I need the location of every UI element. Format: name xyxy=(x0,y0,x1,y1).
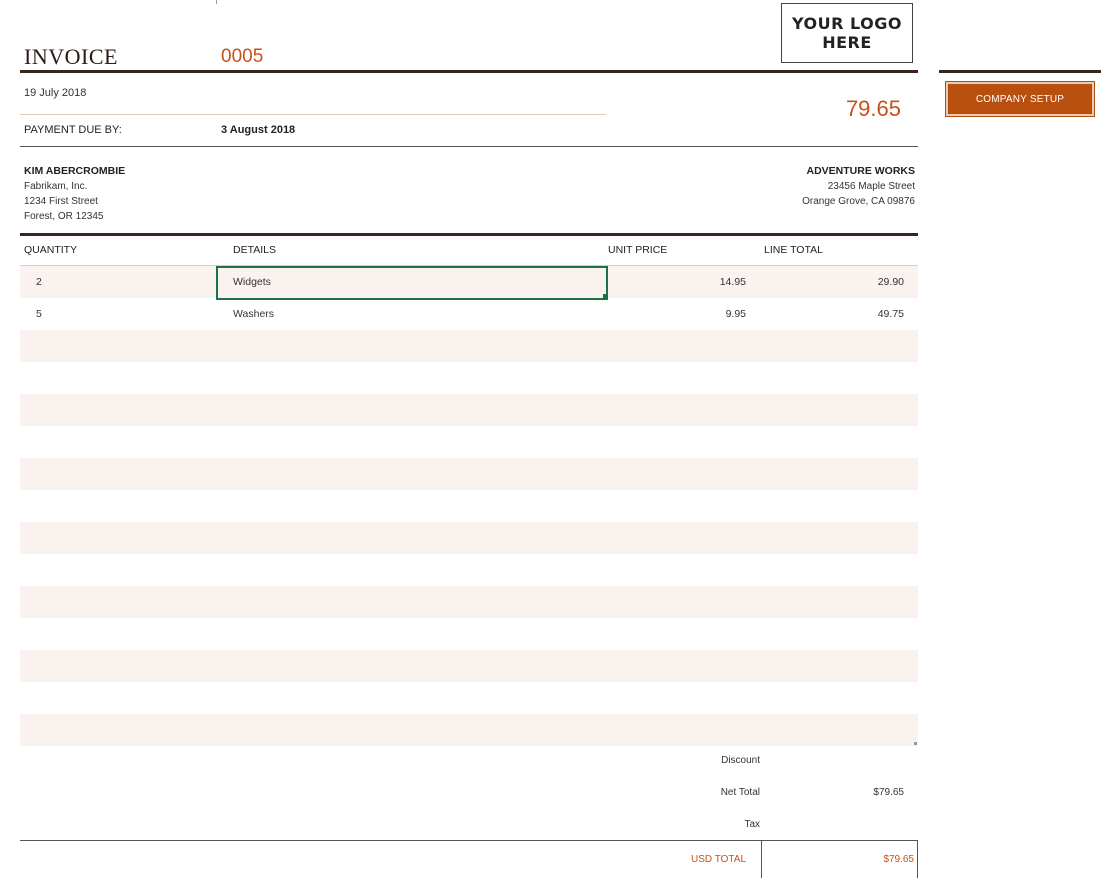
company-name[interactable]: ADVENTURE WORKS xyxy=(802,164,915,179)
column-header-quantity[interactable]: QUANTITY xyxy=(24,244,77,256)
customer-street[interactable]: 1234 First Street xyxy=(24,194,125,209)
table-resize-corner[interactable] xyxy=(914,742,917,745)
totals-right-border xyxy=(917,841,918,878)
cell-quantity[interactable]: 2 xyxy=(36,276,42,288)
sidebar-divider xyxy=(939,70,1101,73)
header-divider xyxy=(20,70,918,73)
bill-to-address[interactable]: KIM ABERCROMBIE Fabrikam, Inc. 1234 Firs… xyxy=(24,164,125,224)
totals-column-separator xyxy=(761,841,762,878)
table-row-empty[interactable] xyxy=(20,490,918,522)
company-setup-button[interactable]: COMPANY SETUP xyxy=(945,81,1095,117)
cell-unit-price[interactable]: 9.95 xyxy=(608,308,746,320)
table-row-empty[interactable] xyxy=(20,362,918,394)
totals-divider xyxy=(20,840,918,841)
invoice-sheet: INVOICE 0005 YOUR LOGO HERE COMPANY SETU… xyxy=(0,0,1108,878)
table-row-empty[interactable] xyxy=(20,330,918,362)
table-row[interactable]: 5 Washers 9.95 49.75 xyxy=(20,298,918,330)
tax-label: Tax xyxy=(744,819,760,830)
customer-city[interactable]: Forest, OR 12345 xyxy=(24,209,125,224)
table-row-empty[interactable] xyxy=(20,394,918,426)
cell-unit-price[interactable]: 14.95 xyxy=(608,276,746,288)
net-total-value[interactable]: $79.65 xyxy=(784,787,904,798)
table-row-empty[interactable] xyxy=(20,714,918,746)
usd-total-label: USD TOTAL xyxy=(690,854,746,865)
logo-placeholder[interactable]: YOUR LOGO HERE xyxy=(781,3,913,63)
cell-details[interactable]: Washers xyxy=(233,308,274,320)
table-header: QUANTITY DETAILS UNIT PRICE LINE TOTAL xyxy=(20,236,918,266)
table-row-empty[interactable] xyxy=(20,682,918,714)
line-items-table: 2 Widgets 14.95 29.90 5 Washers 9.95 49.… xyxy=(20,266,918,746)
invoice-date[interactable]: 19 July 2018 xyxy=(24,87,86,99)
column-header-line-total[interactable]: LINE TOTAL xyxy=(764,244,823,256)
usd-total-value[interactable]: $79.65 xyxy=(794,854,914,865)
column-header-details[interactable]: DETAILS xyxy=(233,244,276,256)
logo-line-2: HERE xyxy=(822,33,872,52)
invoice-total-amount[interactable]: 79.65 xyxy=(780,96,901,122)
table-row[interactable]: 2 Widgets 14.95 29.90 xyxy=(20,266,918,300)
invoice-number[interactable]: 0005 xyxy=(221,46,263,68)
company-city[interactable]: Orange Grove, CA 09876 xyxy=(802,194,915,209)
table-row-empty[interactable] xyxy=(20,586,918,618)
address-divider xyxy=(20,146,918,147)
company-address[interactable]: ADVENTURE WORKS 23456 Maple Street Orang… xyxy=(802,164,915,209)
top-tick-mark xyxy=(216,0,217,4)
cell-quantity[interactable]: 5 xyxy=(36,308,42,320)
customer-company[interactable]: Fabrikam, Inc. xyxy=(24,179,125,194)
table-row-empty[interactable] xyxy=(20,522,918,554)
cell-line-total[interactable]: 49.75 xyxy=(760,308,904,320)
customer-name[interactable]: KIM ABERCROMBIE xyxy=(24,164,125,179)
cell-line-total[interactable]: 29.90 xyxy=(760,276,904,288)
net-total-label: Net Total xyxy=(720,787,760,798)
invoice-title[interactable]: INVOICE xyxy=(24,44,118,70)
column-header-unit-price[interactable]: UNIT PRICE xyxy=(608,244,667,256)
table-row-empty[interactable] xyxy=(20,618,918,650)
selected-cell-border xyxy=(216,266,608,300)
company-street[interactable]: 23456 Maple Street xyxy=(802,179,915,194)
table-row-empty[interactable] xyxy=(20,554,918,586)
payment-due-label: PAYMENT DUE BY: xyxy=(24,124,122,136)
payment-due-date[interactable]: 3 August 2018 xyxy=(221,124,295,136)
table-row-empty[interactable] xyxy=(20,650,918,682)
table-row-empty[interactable] xyxy=(20,458,918,490)
table-row-empty[interactable] xyxy=(20,426,918,458)
date-underline xyxy=(20,114,606,115)
discount-label: Discount xyxy=(721,755,760,766)
logo-line-1: YOUR LOGO xyxy=(792,14,902,33)
